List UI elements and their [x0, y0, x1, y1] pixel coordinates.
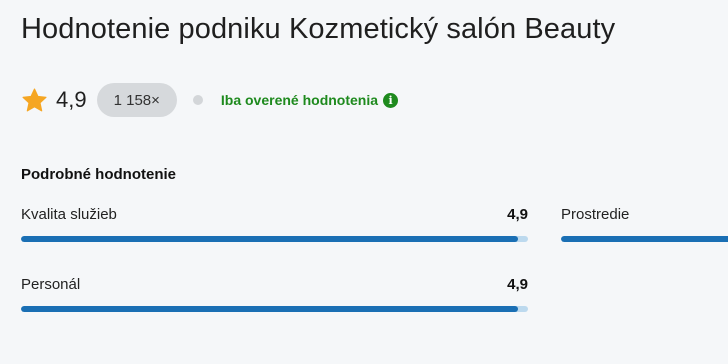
detailed-rating-heading: Podrobné hodnotenie — [21, 166, 176, 183]
rating-bar-fill — [21, 236, 518, 242]
rating-summary: 4,9 1 158× Iba overené hodnotenia i — [21, 82, 399, 118]
verified-reviews-label[interactable]: Iba overené hodnotenia — [221, 92, 378, 108]
separator-dot — [192, 95, 203, 105]
info-icon[interactable]: i — [383, 92, 399, 108]
rating-bar — [21, 306, 528, 312]
criterion-label: Personál — [21, 276, 81, 293]
criterion-label: Prostredie — [561, 206, 630, 223]
average-rating: 4,9 — [56, 87, 87, 112]
review-count-badge[interactable]: 1 158× — [96, 83, 177, 117]
rating-bar — [561, 236, 728, 242]
criterion-environment: Prostredie — [561, 206, 728, 246]
rating-bar — [21, 236, 528, 242]
criterion-label: Kvalita služieb — [21, 206, 117, 223]
page-title: Hodnotenie podniku Kozmetický salón Beau… — [21, 13, 616, 45]
rating-bar-fill — [561, 236, 728, 242]
rating-page: Hodnotenie podniku Kozmetický salón Beau… — [0, 0, 728, 364]
star-icon — [21, 87, 48, 114]
rating-bar-fill — [21, 306, 518, 312]
criterion-score: 4,9 — [507, 276, 528, 293]
criterion-score: 4,9 — [507, 206, 528, 223]
criterion-staff: Personál 4,9 — [21, 276, 528, 316]
criterion-quality: Kvalita služieb 4,9 — [21, 206, 528, 246]
